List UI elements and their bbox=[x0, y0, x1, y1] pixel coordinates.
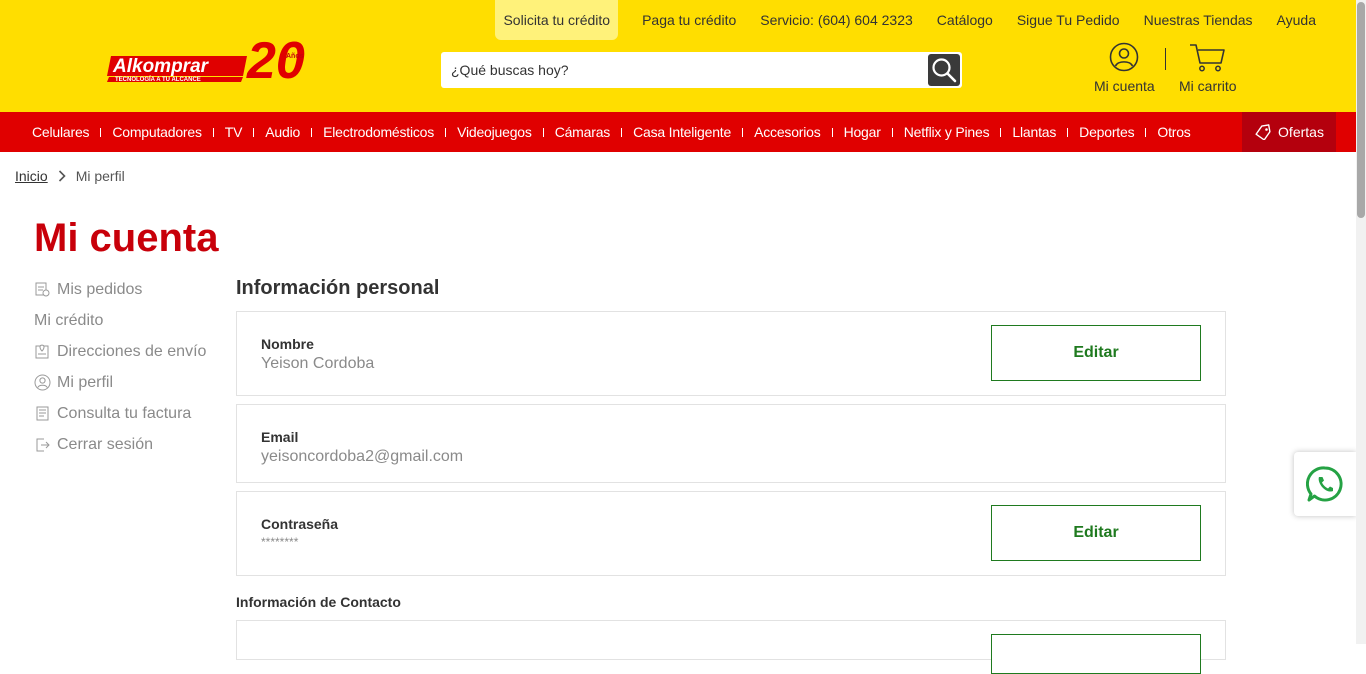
cart-link[interactable]: Mi carrito bbox=[1179, 42, 1237, 94]
nav-item-ofertas[interactable]: Ofertas bbox=[1242, 112, 1336, 152]
logo-text: Alkomprar bbox=[112, 56, 210, 77]
scrollbar-thumb[interactable] bbox=[1357, 2, 1365, 218]
ofertas-label: Ofertas bbox=[1278, 124, 1324, 140]
invoice-icon bbox=[34, 405, 51, 422]
sidebar-item-direcciones[interactable]: Direcciones de envío bbox=[34, 336, 206, 367]
account-link[interactable]: Mi cuenta bbox=[1094, 42, 1155, 94]
profile-icon bbox=[34, 374, 51, 391]
site-header: Alkomprar TECNOLOGÍA A TU ALCANCE 20 Año… bbox=[0, 0, 1366, 112]
password-label: Contraseña bbox=[261, 516, 339, 532]
logout-icon bbox=[34, 436, 51, 453]
breadcrumb-home[interactable]: Inicio bbox=[15, 168, 48, 184]
sidebar-item-mi-perfil[interactable]: Mi perfil bbox=[34, 367, 206, 398]
nav-item-casa-inteligente[interactable]: Casa Inteligente bbox=[621, 112, 742, 152]
sidebar-item-label: Mi crédito bbox=[34, 311, 104, 329]
alkomprar-logo[interactable]: Alkomprar TECNOLOGÍA A TU ALCANCE 20 Año… bbox=[107, 28, 322, 86]
sidebar-item-factura[interactable]: Consulta tu factura bbox=[34, 398, 206, 429]
top-link-paga-credito[interactable]: Paga tu crédito bbox=[642, 12, 736, 28]
breadcrumb: Inicio Mi perfil bbox=[15, 168, 125, 184]
orders-icon bbox=[34, 281, 51, 298]
nav-item-hogar[interactable]: Hogar bbox=[831, 112, 892, 152]
nav-item-otros[interactable]: Otros bbox=[1145, 112, 1201, 152]
chevron-right-icon bbox=[58, 170, 66, 182]
section-title-personal-info: Información personal bbox=[236, 277, 440, 299]
cart-label: Mi carrito bbox=[1179, 78, 1237, 94]
edit-password-button[interactable]: Editar bbox=[991, 505, 1201, 561]
nav-item-deportes[interactable]: Deportes bbox=[1067, 112, 1145, 152]
nav-item-camaras[interactable]: Cámaras bbox=[542, 112, 621, 152]
nav-item-netflix-pines[interactable]: Netflix y Pines bbox=[891, 112, 1001, 152]
password-value: ******** bbox=[261, 535, 299, 549]
nav-item-tv[interactable]: TV bbox=[212, 112, 254, 152]
tag-icon bbox=[1255, 124, 1271, 140]
sidebar-item-label: Consulta tu factura bbox=[57, 404, 192, 422]
nav-item-audio[interactable]: Audio bbox=[253, 112, 311, 152]
breadcrumb-current: Mi perfil bbox=[75, 168, 125, 184]
top-link-catalogo[interactable]: Catálogo bbox=[937, 12, 993, 28]
account-label: Mi cuenta bbox=[1094, 78, 1155, 94]
whatsapp-button[interactable] bbox=[1294, 452, 1356, 516]
nav-item-electrodomesticos[interactable]: Electrodomésticos bbox=[311, 112, 445, 152]
email-label: Email bbox=[261, 429, 299, 445]
address-icon bbox=[34, 343, 51, 360]
header-divider bbox=[1165, 48, 1166, 70]
name-card: Nombre Yeison Cordoba Editar bbox=[236, 311, 1226, 396]
nav-item-accesorios[interactable]: Accesorios bbox=[742, 112, 831, 152]
password-card: Contraseña ******** Editar bbox=[236, 491, 1226, 576]
edit-contact-button[interactable] bbox=[991, 634, 1201, 674]
sidebar-item-label: Direcciones de envío bbox=[57, 342, 207, 360]
name-label: Nombre bbox=[261, 336, 314, 352]
sidebar-item-mi-credito[interactable]: Mi crédito bbox=[34, 305, 206, 336]
sidebar-item-mis-pedidos[interactable]: Mis pedidos bbox=[34, 274, 206, 305]
account-sidebar: Mis pedidos Mi crédito Direcciones de en… bbox=[34, 274, 206, 460]
sidebar-item-label: Mi perfil bbox=[57, 373, 114, 391]
nav-item-computadores[interactable]: Computadores bbox=[100, 112, 212, 152]
logo-tagline: TECNOLOGÍA A TU ALCANCE bbox=[115, 75, 201, 83]
page-title: Mi cuenta bbox=[34, 216, 219, 260]
email-value: yeisoncordoba2@gmail.com bbox=[261, 448, 464, 465]
sidebar-item-label: Mis pedidos bbox=[57, 280, 143, 298]
anniversary-label: Años bbox=[286, 53, 304, 60]
nav-item-llantas[interactable]: Llantas bbox=[1000, 112, 1067, 152]
cart-icon bbox=[1189, 44, 1225, 72]
nav-item-celulares[interactable]: Celulares bbox=[20, 112, 100, 152]
top-link-servicio[interactable]: Servicio: (604) 604 2323 bbox=[760, 12, 913, 28]
section-title-contact-info: Información de Contacto bbox=[236, 594, 401, 610]
sidebar-item-label: Cerrar sesión bbox=[57, 435, 154, 453]
top-link-solicita-credito[interactable]: Solicita tu crédito bbox=[495, 0, 619, 40]
sidebar-item-cerrar-sesion[interactable]: Cerrar sesión bbox=[34, 429, 206, 460]
search-input[interactable] bbox=[441, 52, 927, 88]
search-button[interactable] bbox=[928, 54, 960, 86]
email-card: Email yeisoncordoba2@gmail.com bbox=[236, 404, 1226, 483]
whatsapp-icon bbox=[1306, 466, 1343, 502]
category-nav: Celulares Computadores TV Audio Electrod… bbox=[0, 112, 1356, 152]
search-icon bbox=[932, 58, 957, 83]
edit-name-button[interactable]: Editar bbox=[991, 325, 1201, 381]
top-link-ayuda[interactable]: Ayuda bbox=[1277, 12, 1316, 28]
contact-card bbox=[236, 620, 1226, 674]
top-link-sigue-pedido[interactable]: Sigue Tu Pedido bbox=[1017, 12, 1120, 28]
top-link-tiendas[interactable]: Nuestras Tiendas bbox=[1144, 12, 1253, 28]
user-icon bbox=[1110, 42, 1139, 72]
scrollbar[interactable] bbox=[1356, 0, 1366, 644]
top-links: Solicita tu crédito Paga tu crédito Serv… bbox=[495, 0, 1316, 40]
search-bar bbox=[441, 52, 962, 88]
name-value: Yeison Cordoba bbox=[261, 355, 375, 372]
nav-item-videojuegos[interactable]: Videojuegos bbox=[445, 112, 543, 152]
